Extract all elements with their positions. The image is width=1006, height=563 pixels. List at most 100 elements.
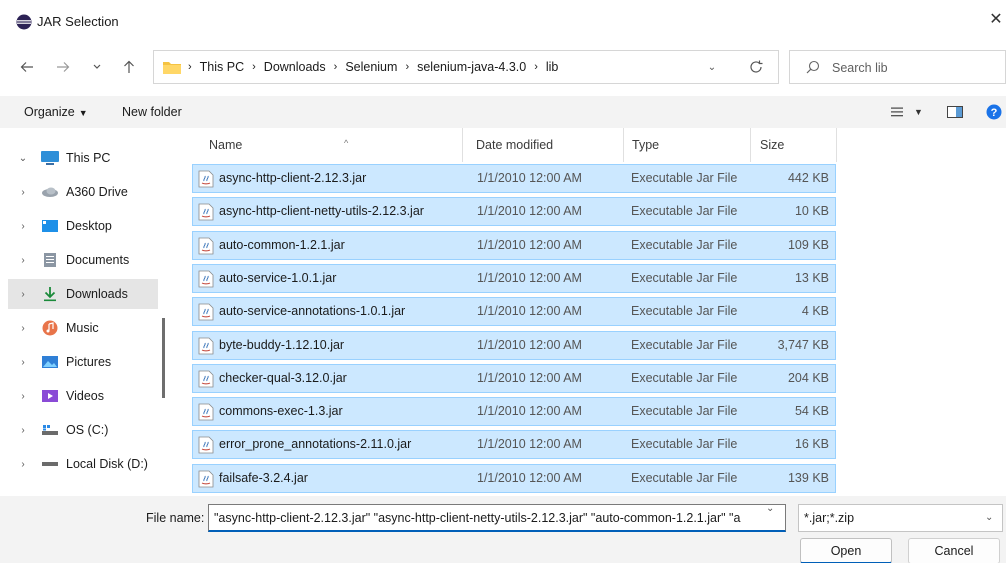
sidebar-item-downloads[interactable]: › Downloads — [8, 279, 158, 309]
table-row[interactable]: error_prone_annotations-2.11.0.jar 1/1/20… — [192, 430, 836, 460]
table-row[interactable]: auto-service-1.0.1.jar 1/1/2010 12:00 AM E… — [192, 263, 836, 293]
file-size: 4 KB — [801, 304, 829, 319]
table-row[interactable]: async-http-client-netty-utils-2.12.3.jar… — [192, 197, 836, 227]
chevron-right-icon[interactable]: › — [16, 221, 30, 232]
title-bar: JAR Selection ✕ — [0, 0, 1006, 42]
recent-locations-button[interactable] — [86, 55, 108, 79]
open-button[interactable]: Open — [800, 538, 892, 563]
breadcrumb-downloads[interactable]: Downloads — [260, 60, 330, 74]
file-type: Executable Jar File — [631, 237, 738, 252]
cancel-button[interactable]: Cancel — [908, 538, 1000, 563]
file-type: Executable Jar File — [631, 437, 738, 452]
sidebar-item-label: Local Disk (D:) — [66, 457, 148, 471]
chevron-right-icon[interactable]: › — [16, 391, 30, 402]
up-button[interactable] — [116, 55, 142, 79]
help-button[interactable]: ? — [986, 103, 1002, 121]
sidebar-item-label: Desktop — [66, 219, 112, 233]
file-date-modified: 1/1/2010 12:00 AM — [477, 470, 582, 485]
file-size: 109 KB — [787, 237, 829, 252]
column-header-name[interactable]: Name ^ — [192, 128, 462, 162]
sidebar-item-a360-drive[interactable]: › A360 Drive — [8, 177, 158, 207]
column-header-size[interactable]: Size — [751, 128, 836, 162]
organize-button[interactable]: Organize ▼ — [24, 105, 88, 119]
chevron-right-icon[interactable]: › — [16, 357, 30, 368]
breadcrumb-separator: › — [534, 61, 538, 73]
chevron-right-icon[interactable]: › — [16, 289, 30, 300]
breadcrumb-this-pc[interactable]: This PC — [196, 60, 248, 74]
chevron-right-icon[interactable]: › — [16, 459, 30, 470]
file-name: commons-exec-1.3.jar — [219, 404, 343, 419]
file-size: 442 KB — [787, 171, 829, 185]
file-type: Executable Jar File — [631, 171, 738, 185]
sidebar-item-pictures[interactable]: › Pictures — [8, 347, 158, 377]
column-header-type[interactable]: Type — [624, 128, 750, 162]
table-row[interactable]: auto-common-1.2.1.jar 1/1/2010 12:00 AM Ex… — [192, 230, 836, 260]
file-name: auto-service-annotations-1.0.1.jar — [219, 304, 406, 319]
sidebar-item-desktop[interactable]: › Desktop — [8, 211, 158, 241]
address-dropdown-icon[interactable]: ⌄ — [702, 59, 722, 77]
file-name: async-http-client-netty-utils-2.12.3.jar — [219, 204, 424, 219]
search-input[interactable] — [832, 59, 992, 77]
address-bar[interactable]: › This PC › Downloads › Selenium › selen… — [153, 50, 779, 84]
forward-button[interactable] — [50, 55, 76, 79]
sidebar-item-label: Downloads — [66, 287, 128, 301]
file-type-filter-select[interactable]: *.jar;*.zip ⌄ — [798, 504, 1003, 532]
breadcrumb-separator: › — [188, 61, 192, 73]
help-icon: ? — [986, 104, 1002, 120]
breadcrumb-lib[interactable]: lib — [542, 60, 563, 74]
sidebar-item-local-disk-d[interactable]: › Local Disk (D:) — [8, 449, 158, 479]
chevron-right-icon[interactable]: › — [16, 187, 30, 198]
breadcrumb-selenium[interactable]: Selenium — [341, 60, 401, 74]
back-button[interactable] — [14, 55, 40, 79]
file-name-input[interactable]: "async-http-client-2.12.3.jar" "async-ht… — [208, 504, 786, 532]
chevron-right-icon[interactable]: › — [16, 425, 30, 436]
sidebar-item-videos[interactable]: › Videos — [8, 381, 158, 411]
column-header-type-label: Type — [632, 138, 660, 152]
pictures-icon — [40, 354, 60, 370]
close-icon[interactable]: ✕ — [987, 10, 1005, 30]
table-row[interactable]: async-http-client-2.12.3.jar 1/1/2010 12:… — [192, 164, 836, 193]
search-box[interactable] — [789, 50, 1006, 84]
navigation-pane: ⌄ This PC › A360 Drive › Desktop › Docum… — [0, 140, 170, 490]
file-type: Executable Jar File — [631, 304, 738, 319]
new-folder-button[interactable]: New folder — [122, 105, 182, 119]
sidebar-item-music[interactable]: › Music — [8, 313, 158, 343]
sidebar-item-documents[interactable]: › Documents — [8, 245, 158, 275]
column-separator[interactable] — [836, 128, 837, 162]
refresh-icon[interactable] — [746, 57, 766, 77]
videos-icon — [40, 388, 60, 404]
sort-ascending-icon: ^ — [344, 138, 349, 148]
table-row[interactable]: commons-exec-1.3.jar 1/1/2010 12:00 AM Exe… — [192, 397, 836, 427]
chevron-down-icon — [93, 64, 101, 69]
chevron-right-icon[interactable]: › — [16, 255, 30, 266]
jar-file-icon — [198, 470, 214, 488]
file-date-modified: 1/1/2010 12:00 AM — [477, 337, 582, 352]
file-size: 204 KB — [787, 370, 829, 385]
chevron-down-icon[interactable]: ⌄ — [16, 153, 30, 164]
column-header-date[interactable]: Date modified — [463, 128, 623, 162]
file-size: 16 KB — [794, 437, 829, 452]
change-view-button[interactable]: ▼ — [890, 103, 923, 121]
breadcrumb-selenium-java[interactable]: selenium-java-4.3.0 — [413, 60, 530, 74]
chevron-right-icon[interactable]: › — [16, 323, 30, 334]
sidebar-item-label: This PC — [66, 151, 111, 165]
file-name-label: File name: — [146, 511, 205, 525]
caret-down-icon: ▼ — [914, 107, 923, 117]
file-date-modified: 1/1/2010 12:00 AM — [477, 404, 582, 419]
file-name: byte-buddy-1.12.10.jar — [219, 337, 345, 352]
navigation-row: › This PC › Downloads › Selenium › selen… — [0, 46, 1006, 88]
sidebar-item-os-c[interactable]: › OS (C:) — [8, 415, 158, 445]
sidebar-item-this-pc[interactable]: ⌄ This PC — [8, 143, 158, 173]
table-row[interactable]: failsafe-3.2.4.jar 1/1/2010 12:00 AM Execu… — [192, 463, 836, 493]
table-row[interactable]: checker-qual-3.12.0.jar 1/1/2010 12:00 AM… — [192, 363, 836, 393]
jar-file-icon — [198, 436, 214, 454]
file-name-dropdown-icon[interactable]: ⌄ — [766, 503, 774, 514]
table-row[interactable]: byte-buddy-1.12.10.jar 1/1/2010 12:00 AM E… — [192, 330, 836, 360]
sidebar-item-label: Documents — [66, 253, 130, 267]
table-row[interactable]: auto-service-annotations-1.0.1.jar 1/1/20… — [192, 297, 836, 327]
list-view-icon — [891, 107, 903, 117]
pane-splitter[interactable] — [162, 318, 165, 398]
preview-pane-button[interactable] — [947, 103, 963, 121]
cloud-drive-icon — [40, 184, 60, 200]
file-dialog-footer: File name: "async-http-client-2.12.3.jar… — [0, 496, 1006, 563]
